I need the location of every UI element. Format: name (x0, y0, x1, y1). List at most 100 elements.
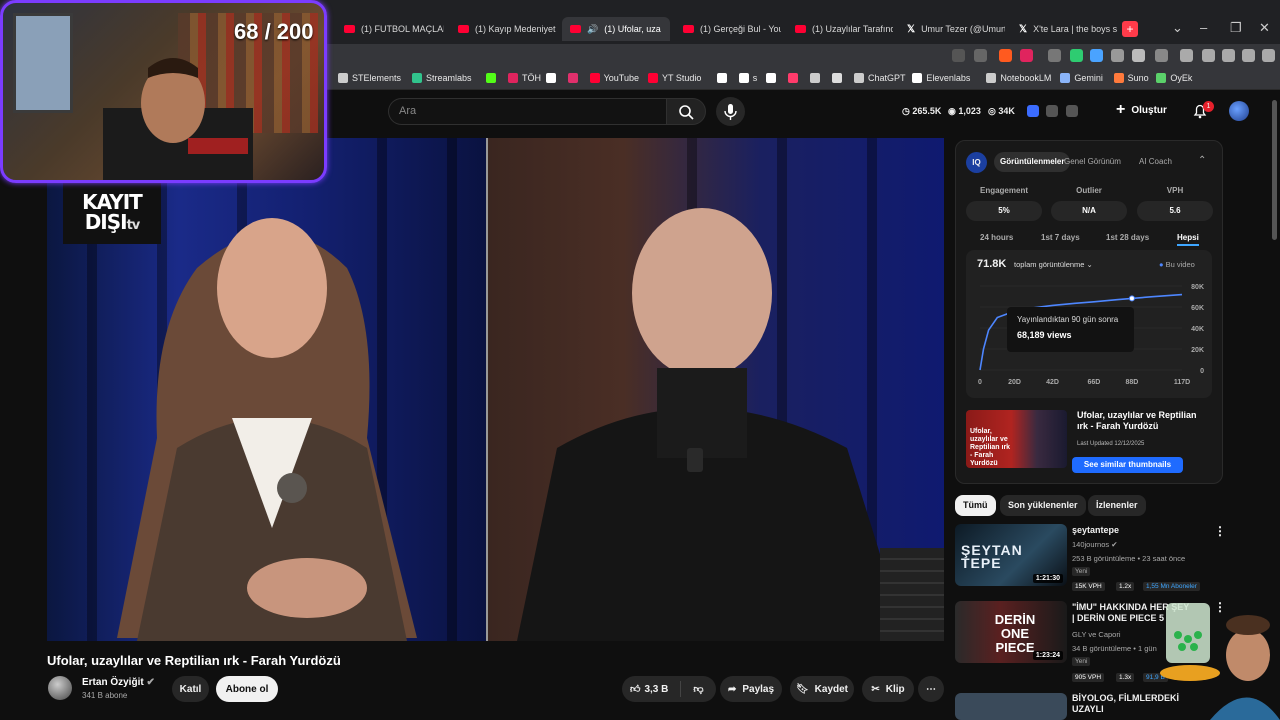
video-player[interactable]: KAYIT DIŞItv (47, 138, 944, 641)
menu-icon[interactable] (1262, 49, 1275, 62)
mic-icon (724, 104, 737, 120)
tab-ai-coach[interactable]: AI Coach (1133, 152, 1178, 172)
see-similar-thumbnails-button[interactable]: See similar thumbnails (1072, 457, 1183, 473)
chip-all[interactable]: Tümü (955, 495, 996, 516)
bookmark-favicon-icon (648, 73, 658, 83)
bookmark-favicon-icon (1156, 73, 1167, 83)
account-avatar[interactable] (1229, 101, 1249, 121)
rec-meta: 253 B görüntüleme • 23 saat önce (1072, 554, 1186, 563)
browser-tab[interactable]: (1) Gerçeği Bul - YouT (675, 17, 781, 41)
tab-overview[interactable]: Genel Görünüm (1058, 152, 1127, 172)
range-28d[interactable]: 1st 28 days (1106, 233, 1149, 242)
extension-icon[interactable] (1132, 49, 1145, 62)
bookmark-item[interactable]: s (738, 73, 757, 83)
bookmark-favicon-icon (738, 73, 749, 83)
streamer-second-overlay (1160, 603, 1280, 720)
restore-icon[interactable]: ❐ (1230, 20, 1242, 36)
download-icon[interactable] (1222, 49, 1235, 62)
clip-button[interactable]: ✂ Klip (862, 676, 914, 702)
y-tick-label: 80K (1191, 284, 1204, 291)
rec-thumbnail[interactable] (955, 693, 1067, 720)
tab-search-icon[interactable]: ⌄ (1172, 20, 1183, 36)
video-thumbnail-card[interactable]: Ufolar, uzaylılar ve Reptilian ırk - Far… (966, 410, 1067, 468)
minimize-icon[interactable]: – (1200, 20, 1207, 35)
bookmark-item[interactable]: Elevenlabs (912, 73, 970, 83)
extension-icon[interactable] (1070, 49, 1083, 62)
bookmark-item[interactable] (810, 73, 824, 83)
rec-title[interactable]: şeytantepe (1072, 525, 1212, 536)
bookmark-item[interactable]: YouTube (589, 73, 639, 83)
new-tab-button[interactable]: + (1122, 21, 1138, 37)
bookmark-item[interactable]: TÖH (508, 73, 541, 83)
bookmark-item[interactable]: Gemini (1060, 73, 1103, 83)
browser-tab[interactable]: 𝕏 X'te Lara | the boys s (1011, 17, 1117, 41)
close-window-icon[interactable]: ✕ (1259, 20, 1270, 36)
bookmark-item[interactable] (766, 73, 780, 83)
extension-icon[interactable] (1090, 49, 1103, 62)
join-button[interactable]: Katıl (172, 676, 209, 702)
bookmark-item[interactable]: Streamlabs (412, 73, 472, 83)
create-button[interactable]: + Oluştur (1116, 101, 1167, 119)
wallet-icon[interactable] (1202, 49, 1215, 62)
channel-avatar[interactable] (48, 676, 72, 700)
sidebar-icon[interactable] (1180, 49, 1193, 62)
browser-tab[interactable]: (1) Uzaylılar Tarafında (787, 17, 893, 41)
browser-tab[interactable]: (1) FUTBOL MAÇLARI (336, 17, 444, 41)
share-button[interactable]: ➦ Paylaş (720, 676, 782, 702)
rec-more-menu-icon[interactable]: ⋮ (1214, 524, 1226, 538)
extension-icon[interactable] (1155, 49, 1168, 62)
voice-search-button[interactable] (716, 97, 745, 126)
rewards-icon[interactable] (1020, 49, 1033, 62)
share-icon[interactable] (974, 49, 987, 62)
bookmark-item[interactable] (486, 73, 500, 83)
browser-tab[interactable]: 𝕏 Umur Tezer (@Umurt (899, 17, 1005, 41)
bookmark-item[interactable] (716, 73, 731, 83)
like-button[interactable]: 👍︎ 3,3 B (630, 683, 668, 696)
browser-tab-active[interactable]: 🔊(1) Ufolar, uza✕ (562, 17, 670, 41)
search-button[interactable] (666, 98, 706, 125)
browser-tab[interactable]: (1) Kayıp Medeniyet T (450, 17, 556, 41)
vidiq-icon[interactable] (1027, 105, 1039, 117)
y-tick-label: 0 (1200, 368, 1204, 375)
extension-icon[interactable] (1048, 49, 1061, 62)
bookmark-item[interactable]: STElements (338, 73, 401, 83)
highlight-point[interactable] (1128, 295, 1135, 302)
range-7d[interactable]: 1st 7 days (1041, 233, 1080, 242)
bookmark-item[interactable]: NotebookLM (986, 73, 1051, 83)
rec-duration: 1:21:30 (1032, 574, 1063, 583)
bookmark-favicon-icon (1060, 73, 1071, 83)
collapse-icon[interactable]: ⌃ (1198, 155, 1206, 166)
open-in-icon[interactable] (952, 49, 965, 62)
extension-icon[interactable] (1111, 49, 1124, 62)
bookmark-item[interactable]: Suno (1113, 73, 1149, 83)
rec-channel[interactable]: GLY ve Capori (1072, 630, 1121, 639)
bookmark-item[interactable] (567, 73, 582, 83)
subscribe-button[interactable]: Abone ol (216, 676, 278, 702)
bookmark-item[interactable]: YT Studio (648, 73, 701, 83)
rec-thumbnail[interactable]: ŞEYTAN TEPE 1:21:30 (955, 524, 1067, 586)
vpn-icon[interactable] (1242, 49, 1255, 62)
save-button[interactable]: 🔖︎ Kaydet (790, 676, 854, 702)
dislike-button[interactable]: 👎︎ (693, 683, 703, 695)
rec-thumbnail[interactable]: DERİN ONE PIECE 1:23:24 (955, 601, 1067, 663)
more-actions-button[interactable]: ⋯ (918, 676, 944, 702)
range-24h[interactable]: 24 hours (980, 233, 1013, 242)
range-all[interactable]: Hepsi (1177, 233, 1199, 246)
bookmark-item[interactable] (788, 73, 802, 83)
bookmark-item[interactable]: ChatGPT (854, 73, 906, 83)
chip-watched[interactable]: İzlenenler (1088, 495, 1146, 516)
rec-vph: 15K VPH (1072, 582, 1105, 591)
card-video-title: Ufolar, uzaylılar ve Reptilian ırk - Far… (1077, 410, 1197, 431)
page-scrollbar[interactable] (1272, 100, 1277, 240)
channel-name[interactable]: Ertan Özyiğit ✔ (82, 677, 155, 688)
rec-channel[interactable]: 140journos ✔ (1072, 540, 1118, 549)
vidiq-ai-icon[interactable] (1066, 105, 1078, 117)
vidiq-tools-icon[interactable] (1046, 105, 1058, 117)
bookmark-item[interactable] (545, 73, 560, 83)
bookmark-item[interactable]: OyEk (1156, 73, 1192, 83)
search-input[interactable]: Ara (388, 98, 666, 125)
header-stat-subs: ◉ 1,023 (948, 106, 981, 116)
bookmark-item[interactable] (832, 73, 846, 83)
brave-shield-icon[interactable] (999, 49, 1012, 62)
chip-recent[interactable]: Son yüklenenler (1000, 495, 1086, 516)
